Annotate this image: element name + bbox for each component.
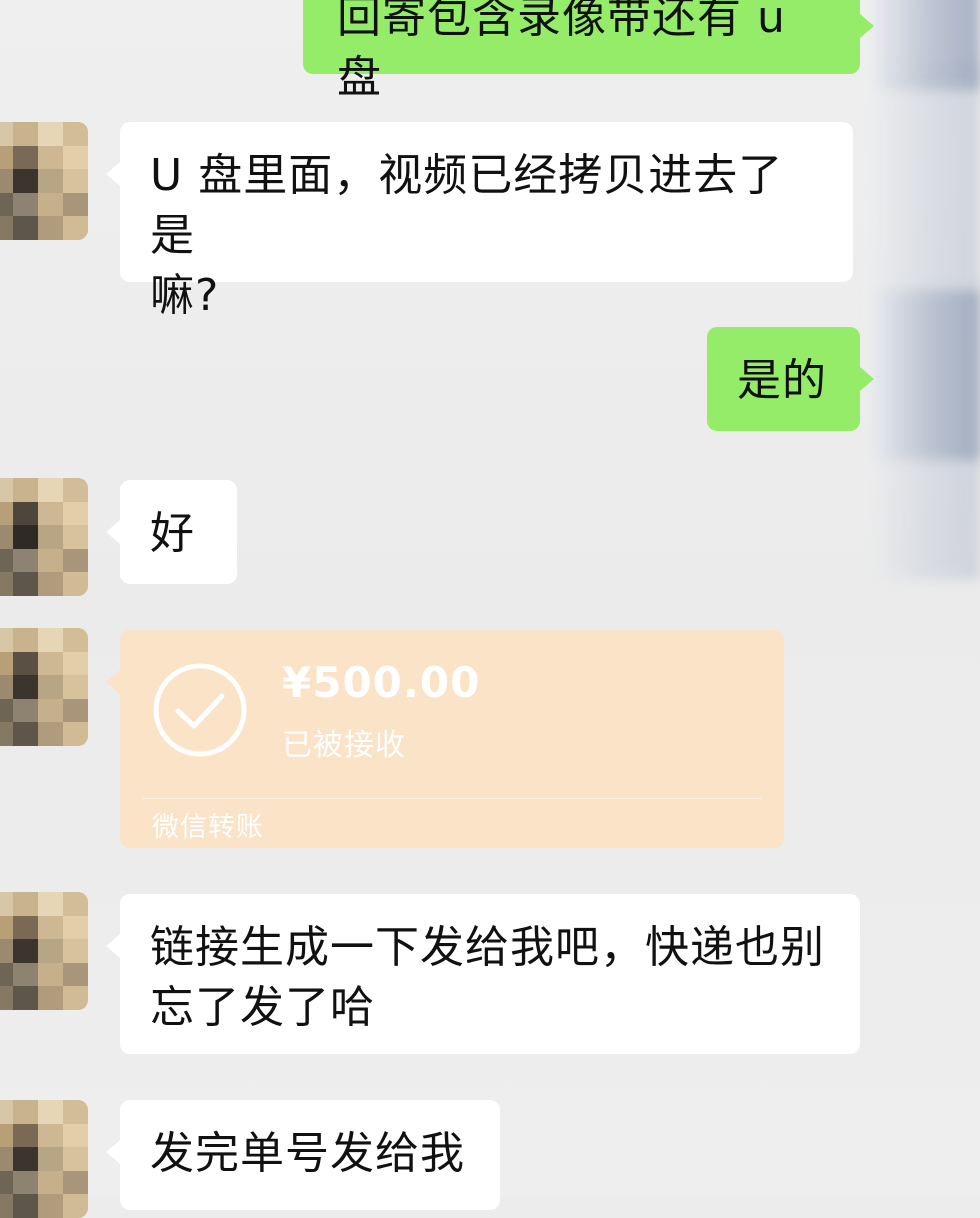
- message-text-line: 嘛?: [150, 270, 220, 321]
- received-message-bubble[interactable]: 发完单号发给我: [106, 1100, 500, 1210]
- contact-avatar[interactable]: [0, 1100, 88, 1218]
- contact-avatar[interactable]: [0, 122, 88, 240]
- contact-avatar[interactable]: [0, 478, 88, 596]
- transfer-type-label: 微信转账: [152, 812, 264, 843]
- message-text: 回寄包含录像带还有 u 盘: [337, 0, 786, 103]
- message-text-line: 链接生成一下发给我吧，快递也别: [150, 922, 825, 973]
- message-text: 好: [150, 508, 195, 559]
- blurred-region-right: [872, 60, 980, 580]
- contact-avatar[interactable]: [0, 628, 88, 746]
- message-text: 发完单号发给我: [150, 1128, 465, 1179]
- sent-message-bubble[interactable]: 是的: [707, 327, 874, 431]
- message-text-line: 忘了发了哈: [150, 982, 375, 1033]
- message-text: 是的: [737, 355, 827, 406]
- received-message-bubble[interactable]: 好: [106, 480, 237, 584]
- received-message-bubble[interactable]: 链接生成一下发给我吧，快递也别 忘了发了哈: [106, 894, 860, 1054]
- check-circle-icon: [153, 663, 247, 757]
- sent-message-bubble[interactable]: 回寄包含录像带还有 u 盘: [303, 0, 874, 103]
- received-message-bubble[interactable]: U 盘里面，视频已经拷贝进去了是 嘛?: [106, 122, 853, 321]
- transfer-divider: [142, 798, 762, 799]
- chat-message-area[interactable]: 回寄包含录像带还有 u 盘 U 盘里面，视频已经拷贝进去了是 嘛? 是的 好 ¥…: [0, 0, 980, 1218]
- transfer-amount: ¥500.00: [282, 658, 481, 707]
- wechat-transfer-card[interactable]: ¥500.00 已被接收 微信转账: [106, 630, 784, 848]
- transfer-status: 已被接收: [282, 728, 406, 763]
- message-text-line: U 盘里面，视频已经拷贝进去了是: [150, 150, 784, 261]
- contact-avatar[interactable]: [0, 892, 88, 1010]
